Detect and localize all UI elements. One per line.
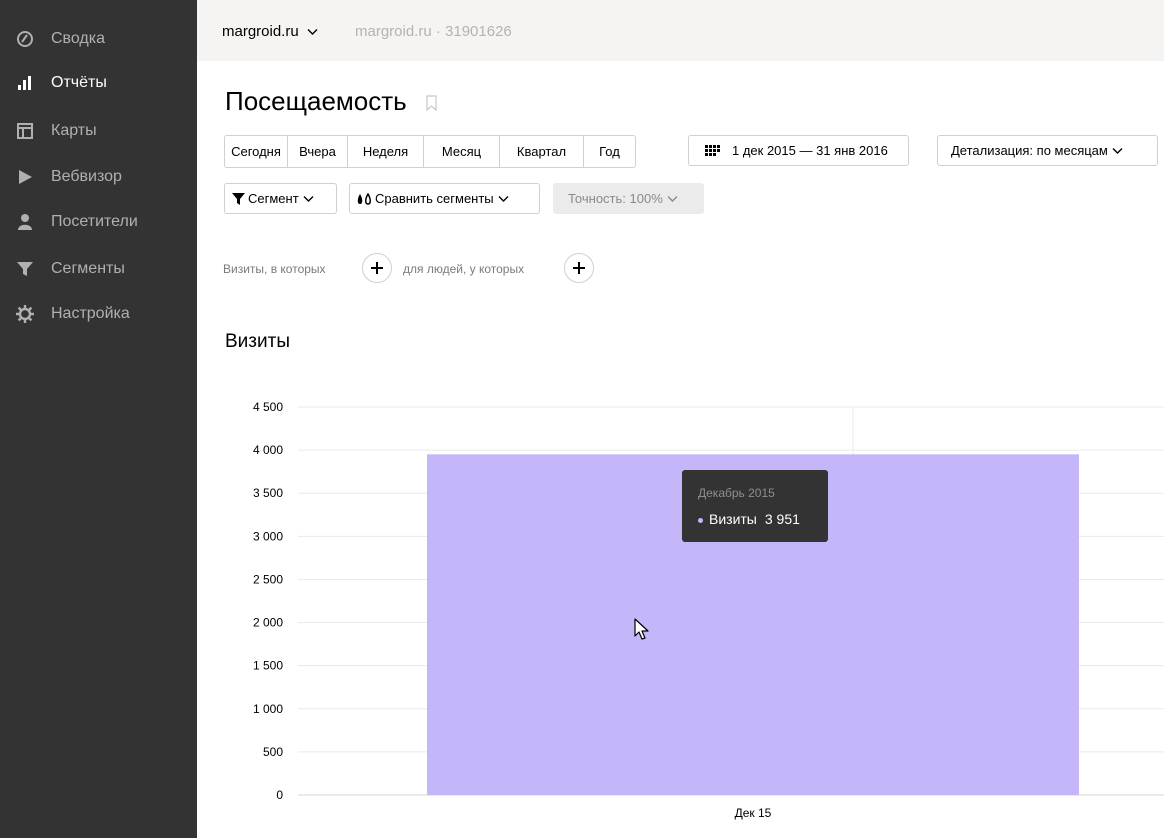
period-selector: Сегодня Вчера Неделя Месяц Квартал Год: [224, 135, 636, 168]
chart-tooltip: Декабрь 2015 Визиты 3 951: [682, 470, 828, 542]
y-tick-label: 4 000: [253, 443, 283, 457]
x-tick-label: Дек 15: [735, 806, 772, 820]
gear-icon: [15, 304, 35, 324]
detail-label: Детализация: по месяцам: [951, 143, 1108, 158]
page-title: Посещаемость: [225, 86, 407, 116]
site-selector[interactable]: margroid.ru: [222, 23, 318, 40]
chevron-down-icon: [498, 195, 509, 202]
accuracy-dropdown[interactable]: Точность: 100%: [553, 183, 704, 214]
visits-condition-label: Визиты, в которых: [223, 262, 326, 276]
sidebar-item-visitors[interactable]: Посетители: [0, 202, 197, 242]
chevron-down-icon: [307, 29, 318, 35]
period-month-button[interactable]: Месяц: [424, 136, 500, 167]
speedometer-icon: [15, 29, 35, 49]
y-tick-label: 2 000: [253, 616, 283, 630]
chart-section-title: Визиты: [225, 331, 290, 352]
date-range-label: 1 дек 2015 — 31 янв 2016: [732, 143, 888, 158]
mouse-cursor-icon: [634, 618, 649, 640]
bookmark-icon[interactable]: [426, 95, 437, 111]
sidebar-item-webvisor[interactable]: Вебвизор: [0, 157, 197, 197]
funnel-icon: [232, 192, 245, 205]
sidebar-item-label: Сегменты: [51, 260, 125, 277]
y-tick-label: 3 500: [253, 486, 283, 500]
period-yesterday-button[interactable]: Вчера: [288, 136, 348, 167]
visits-chart: 0 500 1 000 1 500 2 000 2 500 3 000 3 500 4 000 4…: [253, 400, 1164, 820]
funnel-icon: [15, 259, 35, 279]
detail-dropdown[interactable]: Детализация: по месяцам: [937, 135, 1158, 166]
sidebar-item-reports[interactable]: Отчёты: [0, 63, 197, 103]
sidebar-item-label: Сводка: [51, 30, 106, 47]
y-tick-label: 500: [263, 745, 283, 759]
sidebar-item-label: Посетители: [51, 213, 138, 230]
tooltip-title: Декабрь 2015: [698, 486, 775, 500]
sidebar-item-label: Карты: [51, 122, 97, 139]
bar-chart-icon: [15, 73, 35, 93]
sidebar-item-label: Настройка: [51, 305, 130, 322]
segment-label: Сегмент: [248, 191, 299, 206]
sidebar-item-segments[interactable]: Сегменты: [0, 249, 197, 289]
y-tick-label: 4 500: [253, 400, 283, 414]
y-tick-label: 1 500: [253, 659, 283, 673]
site-name: margroid.ru: [222, 23, 299, 40]
period-today-button[interactable]: Сегодня: [225, 136, 288, 167]
tooltip-series: Визиты: [709, 511, 757, 527]
series-dot: [698, 517, 703, 523]
add-visits-condition-button[interactable]: [362, 253, 392, 283]
chevron-down-icon: [1112, 147, 1123, 154]
play-icon: [15, 167, 35, 187]
sidebar-item-maps[interactable]: Карты: [0, 111, 197, 151]
add-people-condition-button[interactable]: [564, 253, 594, 283]
sidebar-item-summary[interactable]: Сводка: [0, 19, 197, 59]
y-tick-label: 2 500: [253, 572, 283, 586]
compare-drops-icon: [357, 192, 371, 205]
segment-button[interactable]: Сегмент: [224, 183, 337, 214]
chevron-down-icon: [667, 195, 678, 202]
date-range-button[interactable]: 1 дек 2015 — 31 янв 2016: [688, 135, 909, 166]
accuracy-label: Точность: 100%: [568, 191, 663, 206]
calendar-icon: [705, 144, 720, 156]
chevron-down-icon: [303, 195, 314, 202]
plus-icon: [573, 262, 585, 274]
map-grid-icon: [15, 121, 35, 141]
period-quarter-button[interactable]: Квартал: [500, 136, 584, 167]
y-tick-label: 0: [276, 788, 283, 802]
sidebar-item-label: Вебвизор: [51, 168, 122, 185]
period-week-button[interactable]: Неделя: [348, 136, 424, 167]
y-tick-label: 3 000: [253, 529, 283, 543]
tooltip-row: Визиты 3 951: [698, 511, 800, 527]
top-bar: margroid.ru margroid.ru · 31901626: [197, 0, 1164, 61]
compare-segments-button[interactable]: Сравнить сегменты: [349, 183, 540, 214]
person-icon: [15, 212, 35, 232]
people-condition-label: для людей, у которых: [403, 262, 525, 276]
tooltip-value: 3 951: [764, 511, 800, 527]
sidebar-item-settings[interactable]: Настройка: [0, 294, 197, 334]
y-tick-label: 1 000: [253, 702, 283, 716]
sidebar: Сводка Отчёты Карты Вебвизор Посетители …: [0, 0, 197, 838]
sidebar-item-label: Отчёты: [51, 74, 107, 91]
plus-icon: [371, 262, 383, 274]
compare-label: Сравнить сегменты: [375, 191, 494, 206]
period-year-button[interactable]: Год: [584, 136, 635, 167]
counter-info: margroid.ru · 31901626: [355, 23, 512, 40]
